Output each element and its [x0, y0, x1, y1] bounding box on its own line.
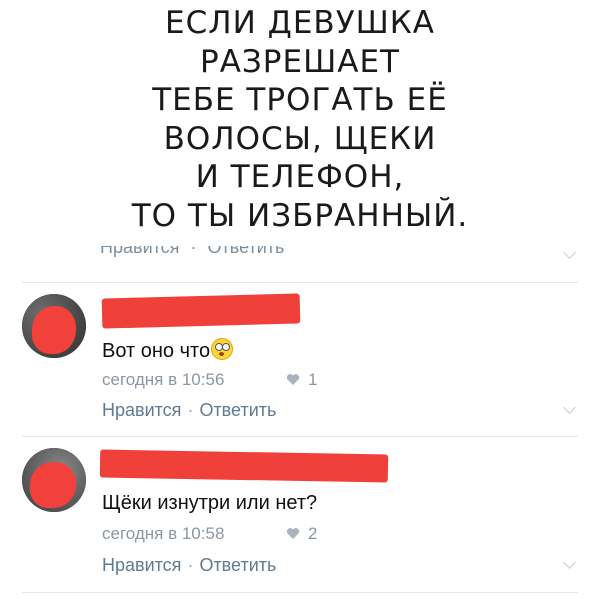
- meme-caption: ЕСЛИ ДЕВУШКА РАЗРЕШАЕТ ТЕБЕ ТРОГАТЬ ЕЁ В…: [0, 4, 600, 235]
- separator: ·: [190, 246, 197, 257]
- reply-link[interactable]: Ответить: [199, 400, 276, 420]
- like-count: 1: [308, 370, 318, 389]
- heart-icon[interactable]: [286, 527, 300, 540]
- chevron-down-icon[interactable]: [563, 556, 576, 569]
- comment-actions: Нравится · Ответить: [102, 555, 276, 576]
- comment-timestamp: сегодня в 10:56: [102, 370, 225, 389]
- like-link[interactable]: Нравится: [102, 555, 181, 575]
- caption-line: ЕСЛИ ДЕВУШКА: [165, 5, 435, 41]
- reply-link[interactable]: Ответить: [199, 555, 276, 575]
- divider: [22, 436, 578, 437]
- divider: [22, 592, 578, 593]
- chevron-down-icon[interactable]: [563, 246, 576, 259]
- comment-text: Щёки изнутри или нет?: [102, 492, 318, 514]
- comment-actions: Нравится · Ответить: [102, 400, 276, 421]
- divider: [22, 282, 578, 283]
- comment-timestamp: сегодня в 10:58: [102, 524, 225, 543]
- comment-text: Вот оно что: [102, 338, 234, 363]
- like-count: 2: [308, 524, 318, 543]
- avatar[interactable]: [22, 448, 86, 512]
- caption-line: ТЕБЕ ТРОГАТЬ ЕЁ: [152, 82, 448, 118]
- caption-line: И ТЕЛЕФОН,: [195, 159, 405, 195]
- separator: ·: [187, 555, 194, 575]
- chevron-down-icon[interactable]: [563, 401, 576, 414]
- reply-link[interactable]: Ответить: [207, 246, 284, 257]
- avatar[interactable]: [22, 294, 86, 358]
- previous-comment-actions: Нравится · Ответить: [100, 246, 360, 260]
- like-link[interactable]: Нравится: [100, 246, 179, 257]
- author-name-redacted[interactable]: [101, 293, 301, 329]
- caption-line: ТО ТЫ ИЗБРАННЫЙ.: [131, 197, 469, 234]
- like-link[interactable]: Нравится: [102, 400, 181, 420]
- caption-line: РАЗРЕШАЕТ: [200, 43, 400, 80]
- heart-icon[interactable]: [286, 373, 300, 386]
- author-name-redacted[interactable]: [99, 449, 389, 483]
- separator: ·: [187, 400, 194, 420]
- caption-line: ВОЛОСЫ, ЩЕКИ: [163, 120, 437, 157]
- astonished-emoji-icon: [211, 338, 234, 360]
